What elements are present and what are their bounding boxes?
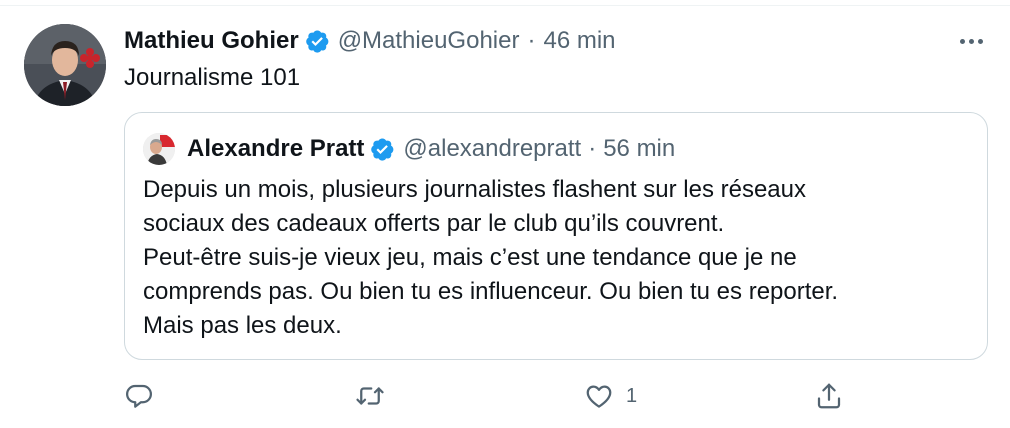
tweet-header: Mathieu Gohier @MathieuGohier · 46 min: [124, 26, 616, 56]
verified-badge-icon: [369, 136, 395, 162]
like-button[interactable]: 1: [584, 378, 637, 414]
quoted-text: Depuis un mois, plusieurs journalistes f…: [143, 173, 973, 343]
quoted-text-line: comprends pas. Ou bien tu es influenceur…: [143, 278, 839, 305]
quoted-text-line: Depuis un mois, plusieurs journalistes f…: [143, 176, 806, 203]
quoted-timestamp: 56 min: [603, 135, 676, 162]
quoted-tweet-card[interactable]: Alexandre Pratt @alexandrepratt · 56 min…: [124, 112, 988, 360]
quoted-author-name: Alexandre Pratt: [187, 135, 365, 162]
quoted-text-line: sociaux des cadeaux offerts par le club …: [143, 210, 725, 237]
author-handle[interactable]: @MathieuGohier: [338, 27, 520, 55]
tweet-timestamp[interactable]: 46 min: [543, 27, 615, 55]
author-avatar[interactable]: [24, 24, 106, 106]
retweet-button[interactable]: [355, 378, 385, 414]
quoted-author-handle: @alexandrepratt: [403, 135, 582, 162]
quoted-author-avatar: [143, 133, 175, 165]
reply-icon: [126, 384, 152, 408]
quoted-header: Alexandre Pratt @alexandrepratt · 56 min: [187, 133, 675, 165]
heart-icon: [586, 385, 612, 408]
quoted-text-line: Peut-être suis-je vieux jeu, mais c’est …: [143, 244, 797, 271]
retweet-icon: [356, 387, 384, 405]
share-icon: [817, 383, 841, 409]
more-options-icon[interactable]: [954, 26, 988, 56]
verified-badge-icon: [304, 28, 330, 54]
author-name[interactable]: Mathieu Gohier: [124, 27, 299, 55]
like-count: 1: [626, 384, 638, 407]
reply-button[interactable]: [124, 378, 154, 414]
quoted-separator: ·: [588, 135, 597, 162]
tweet-actions-bar: 1: [0, 378, 1010, 414]
quoted-text-line: Mais pas les deux.: [143, 312, 342, 339]
tweet-text: Journalisme 101: [124, 64, 301, 91]
share-button[interactable]: [814, 378, 844, 414]
header-separator: ·: [527, 27, 536, 54]
top-divider: [0, 0, 1010, 6]
